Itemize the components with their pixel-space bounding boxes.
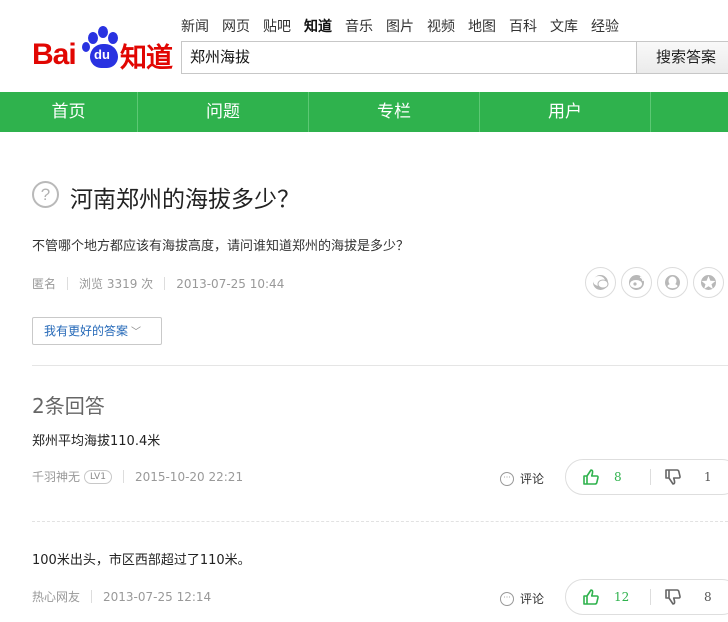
wechat-icon: [593, 276, 609, 289]
vote-widget: 8 1: [565, 459, 728, 495]
question-title: 河南郑州的海拔多少？: [70, 187, 300, 213]
top-nav: 新闻 网页 贴吧 知道 音乐 图片 视频 地图 百科 文库 经验: [181, 16, 619, 36]
meta-separator: [122, 470, 124, 483]
answer-meta: 热心网友 2013-07-25 12:14: [32, 588, 211, 605]
meta-separator: [91, 590, 93, 603]
top-nav-zhidao[interactable]: 知道: [304, 16, 332, 36]
top-nav-web[interactable]: 网页: [222, 16, 250, 36]
top-nav-jingyan[interactable]: 经验: [591, 16, 619, 36]
downvote-button[interactable]: 8: [664, 580, 712, 614]
answer-text: 100米出头，市区西部超过了110米。: [32, 553, 251, 568]
qq-share-button[interactable]: [657, 267, 688, 298]
user-level-badge: LV1: [84, 469, 112, 484]
downvote-button[interactable]: 1: [664, 460, 712, 494]
upvote-button[interactable]: 8: [582, 460, 622, 494]
comment-icon: ···: [500, 591, 514, 606]
thumbs-down-icon: [665, 589, 681, 605]
thumbs-up-icon: [583, 469, 599, 485]
main-nav-special[interactable]: 特: [651, 92, 728, 132]
logo-sub-text: 知道: [120, 43, 173, 74]
top-nav-music[interactable]: 音乐: [345, 16, 373, 36]
baidu-zhidao-logo[interactable]: Bai du 知道: [32, 26, 173, 74]
main-nav-users[interactable]: 用户: [480, 92, 651, 132]
question-author: 匿名: [32, 277, 57, 291]
top-nav-baike[interactable]: 百科: [509, 16, 537, 36]
meta-separator: [164, 277, 166, 290]
logo-text: Bai: [32, 38, 77, 71]
thumbs-up-icon: [583, 589, 599, 605]
wechat-share-button[interactable]: [585, 267, 616, 298]
weibo-share-button[interactable]: [621, 267, 652, 298]
better-answer-button[interactable]: 我有更好的答案 ﹀: [32, 317, 162, 345]
vote-separator: [650, 469, 651, 485]
main-nav-columns[interactable]: 专栏: [309, 92, 480, 132]
upvote-button[interactable]: 12: [582, 580, 629, 614]
qq-icon: [667, 276, 678, 289]
answer-author[interactable]: 热心网友: [32, 588, 80, 605]
downvote-count: 1: [704, 470, 712, 484]
meta-separator: [67, 277, 69, 290]
top-nav-map[interactable]: 地图: [468, 16, 496, 36]
section-divider: [32, 365, 728, 366]
paw-icon: du: [82, 26, 124, 70]
top-nav-tieba[interactable]: 贴吧: [263, 16, 291, 36]
top-nav-wenku[interactable]: 文库: [550, 16, 578, 36]
comment-label: 评论: [520, 472, 545, 486]
favorite-icon: [701, 276, 716, 289]
answer-author[interactable]: 千羽神无: [32, 468, 80, 485]
answer-time: 2013-07-25 12:14: [103, 589, 212, 604]
better-answer-label: 我有更好的答案: [44, 324, 129, 338]
answer-divider: [32, 521, 728, 522]
main-nav-home[interactable]: 首页: [0, 92, 138, 132]
main-nav-questions[interactable]: 问题: [138, 92, 309, 132]
downvote-count: 8: [704, 590, 712, 604]
main-nav: 首页 问题 专栏 用户 特: [0, 92, 728, 132]
answer-time: 2015-10-20 22:21: [134, 469, 244, 484]
top-nav-news[interactable]: 新闻: [181, 16, 209, 36]
vote-widget: 12 8: [565, 579, 728, 615]
comment-icon: ···: [500, 471, 514, 486]
chevron-down-icon: ﹀: [131, 327, 142, 338]
question-description: 不管哪个地方都应该有海拔高度，请问谁知道郑州的海拔是多少？: [32, 239, 410, 254]
search-answer-button[interactable]: 搜索答案: [636, 41, 728, 74]
question-views: 浏览 3319 次: [79, 277, 154, 291]
comment-button[interactable]: ··· 评论: [500, 470, 544, 487]
question-mark-icon: ?: [32, 181, 59, 208]
weibo-icon: [630, 276, 644, 288]
thumbs-down-icon: [665, 469, 681, 485]
upvote-count: 12: [614, 590, 630, 604]
upvote-count: 8: [614, 470, 622, 484]
question-time: 2013-07-25 10:44: [176, 276, 285, 291]
answers-count-title: 2条回答: [32, 394, 105, 418]
answer-text: 郑州平均海拔110.4米: [32, 434, 161, 449]
comment-button[interactable]: ··· 评论: [500, 590, 544, 607]
comment-label: 评论: [520, 592, 545, 606]
question-meta: 匿名 浏览 3319 次 2013-07-25 10:44: [32, 275, 284, 292]
favorite-button[interactable]: [693, 267, 724, 298]
page: Bai du 知道 新闻 网页 贴吧 知道 音乐 图片 视频 地图 百科 文库 …: [0, 0, 728, 622]
vote-separator: [650, 589, 651, 605]
top-nav-video[interactable]: 视频: [427, 16, 455, 36]
search-input[interactable]: 郑州海拔: [181, 41, 636, 74]
top-nav-images[interactable]: 图片: [386, 16, 414, 36]
answer-meta: 千羽神无 LV1 2015-10-20 22:21: [32, 468, 243, 485]
